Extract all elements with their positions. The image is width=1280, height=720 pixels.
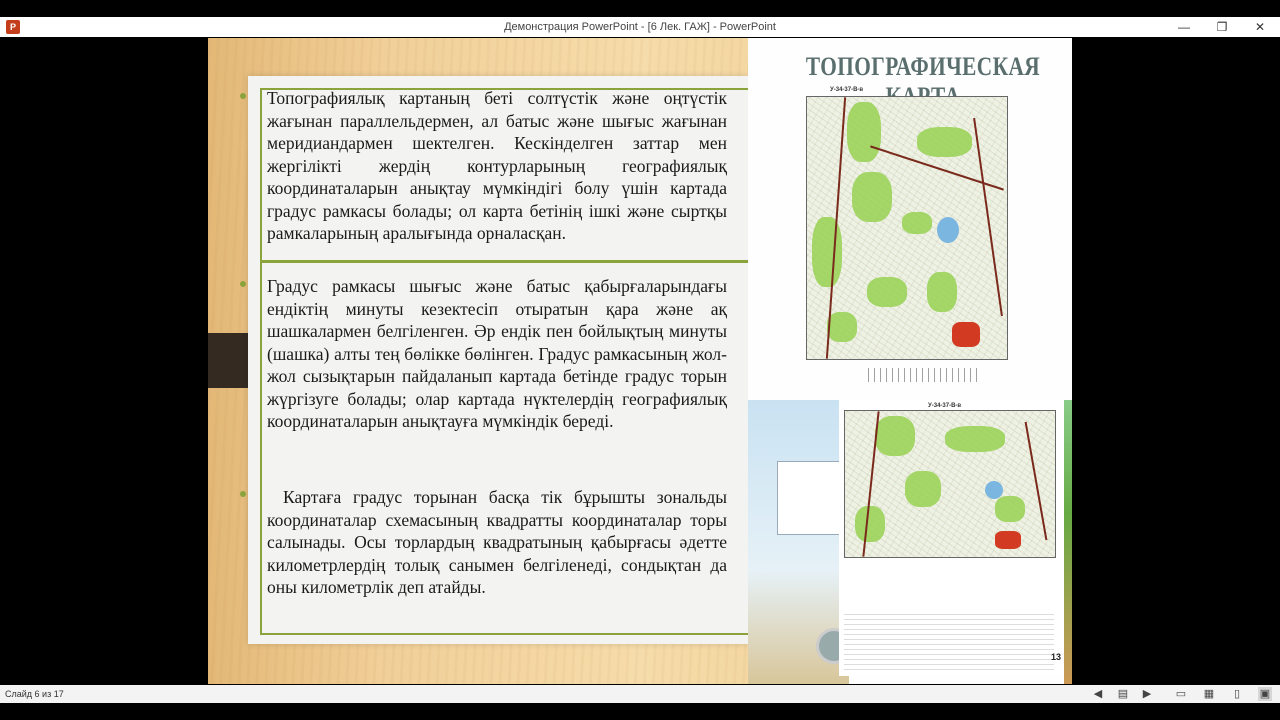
bullet-icon (240, 281, 246, 287)
slide-sorter-icon[interactable]: ▦ (1202, 687, 1216, 701)
slideshow-icon[interactable]: ▣ (1258, 687, 1272, 701)
scale-bar (868, 368, 978, 382)
normal-view-icon[interactable]: ▭ (1174, 687, 1188, 701)
topographic-map-bottom (844, 410, 1056, 558)
minimize-button[interactable]: — (1165, 17, 1203, 37)
prev-icon[interactable]: ◀ (1091, 687, 1105, 701)
map-legend (844, 612, 1054, 674)
blank-card-image (777, 461, 841, 535)
reading-view-icon[interactable]: ▯ (1230, 687, 1244, 701)
terrain-photo-edge (1064, 400, 1072, 684)
slide-menu-icon[interactable]: ▤ (1116, 687, 1130, 701)
title-bar: P Демонстрация PowerPoint - [6 Лек. ГАЖ]… (0, 17, 1280, 37)
status-bar: Слайд 6 из 17 ◀ ▤ ▶ ▭ ▦ ▯ ▣ (0, 685, 1280, 703)
map-sheet-label-top: У-34-37-В-в (830, 87, 864, 93)
bullet-icon (240, 491, 246, 497)
slide-number: 13 (1051, 652, 1062, 662)
slide-canvas[interactable]: Топографиялық картаның беті солтүстік жә… (208, 38, 1072, 684)
slide-counter: Слайд 6 из 17 (5, 689, 64, 699)
paragraph-2: Градус рамкасы шығыс және батыс қабырғал… (267, 276, 727, 431)
paragraph-3: Картаға градус торынан басқа тік бұрышты… (267, 487, 727, 597)
map-sheet-label-bottom: У-34-37-В-в (928, 403, 962, 409)
restore-button[interactable]: ❐ (1203, 17, 1241, 37)
next-icon[interactable]: ▶ (1140, 687, 1154, 701)
window-title: Демонстрация PowerPoint - [6 Лек. ГАЖ] -… (504, 21, 776, 33)
topographic-map-top (806, 96, 1008, 360)
bullet-icon (240, 93, 246, 99)
close-button[interactable]: ✕ (1241, 17, 1279, 37)
paragraph-1: Топографиялық картаның беті солтүстік жә… (267, 88, 727, 243)
map-image-panel: ТОПОГРАФИЧЕСКАЯ КАРТА У-34-37-В-в У-34-3… (748, 38, 1072, 684)
